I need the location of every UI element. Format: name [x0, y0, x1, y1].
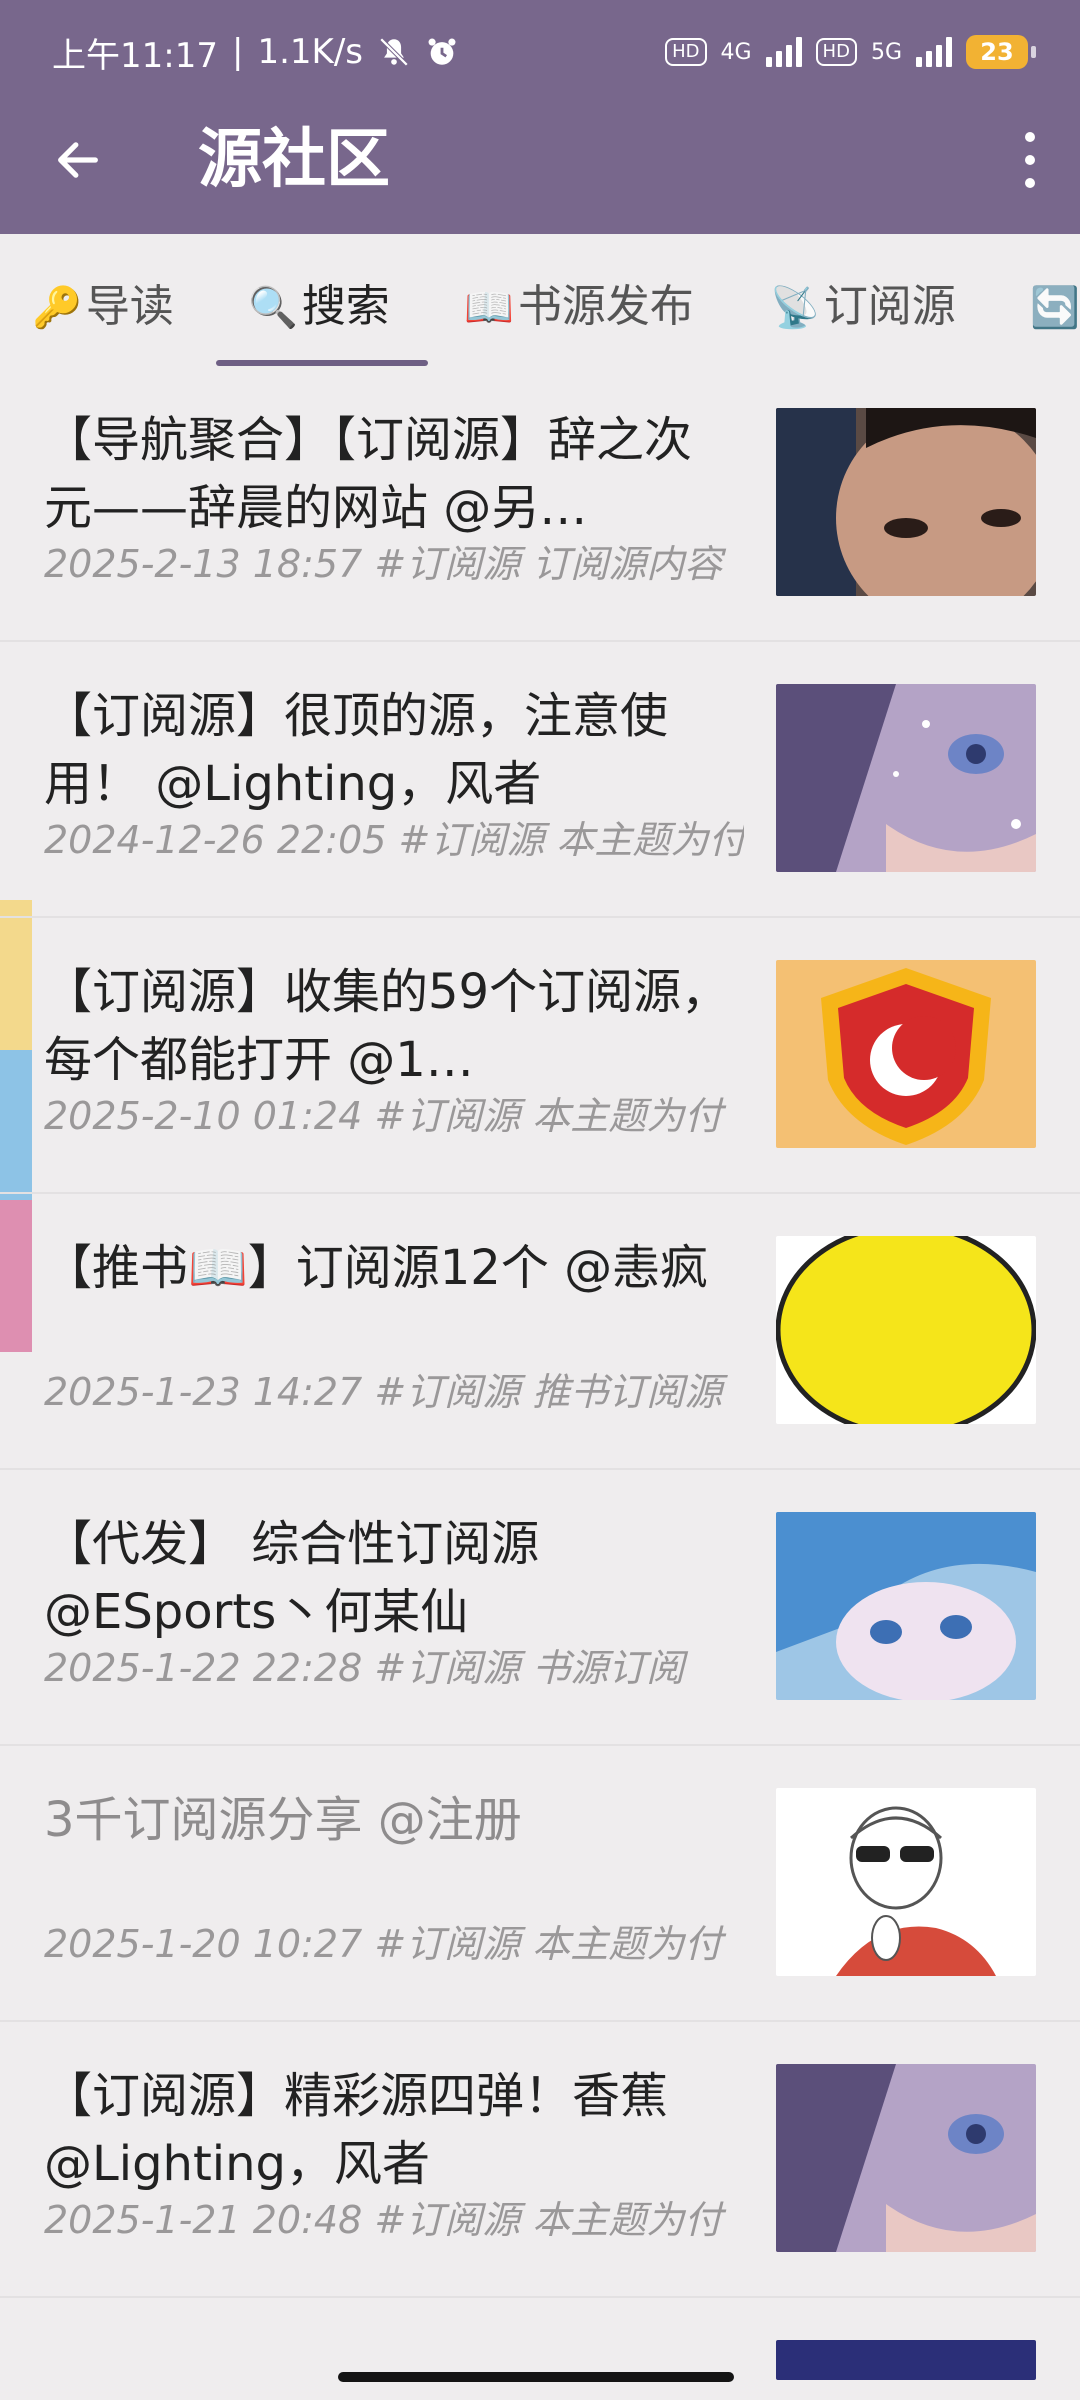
post-thumbnail[interactable]: [776, 1788, 1036, 1976]
tab-subscription[interactable]: 📡订阅源: [770, 272, 956, 342]
mute-bell-icon: [379, 37, 409, 67]
tab-more[interactable]: 🔄: [1030, 272, 1080, 342]
app-bar: 源社区: [0, 104, 1080, 234]
tab-label: 搜索: [301, 281, 390, 332]
hd-icon: HD: [815, 38, 857, 66]
tab-source-publish[interactable]: 📖书源发布: [464, 272, 694, 342]
post-meta: 2025-1-21 20:48 #订阅源 本主题为付: [44, 2198, 723, 2242]
post-thumbnail[interactable]: [776, 2340, 1036, 2380]
tab-guide[interactable]: 🔑导读: [32, 272, 174, 342]
network-type-1: 4G: [720, 39, 752, 65]
status-left: 上午11:17 | 1.1K/s: [52, 28, 459, 77]
post-title: 3千订阅源分享 @注册: [44, 1792, 522, 1848]
network-type-2: 5G: [870, 39, 902, 65]
post-thumbnail[interactable]: [776, 2064, 1036, 2252]
post-meta: 2025-1-20 10:27 #订阅源 本主题为付: [44, 1922, 723, 1966]
post-meta: 2024-12-26 22:05 #订阅源 本主题为付: [44, 818, 744, 862]
status-time: 上午11:17: [52, 35, 218, 76]
alarm-icon: [428, 38, 456, 65]
post-thumbnail[interactable]: [776, 684, 1036, 872]
network-speed: 1.1K/s: [257, 32, 363, 72]
post-meta: 2025-2-10 01:24 #订阅源 本主题为付: [44, 1094, 723, 1138]
back-arrow-icon[interactable]: [52, 134, 104, 186]
list-item[interactable]: 【代发】 综合性订阅源 @ESports丶何某仙 2025-1-22 22:28…: [0, 1470, 1080, 1746]
post-thumbnail[interactable]: [776, 960, 1036, 1148]
signal-icon: [765, 37, 802, 67]
tab-bar: 🔑导读 🔍搜索 📖书源发布 📡订阅源 🔄: [0, 234, 1080, 366]
tab-label: 订阅源: [823, 281, 956, 332]
post-list: 【导航聚合】【订阅源】辞之次元——辞晨的网站 @另… 2025-2-13 18:…: [0, 366, 1080, 2380]
list-item[interactable]: [0, 2298, 1080, 2380]
post-title: 【导航聚合】【订阅源】辞之次元——辞晨的网站 @另…: [44, 412, 693, 536]
list-item[interactable]: 【订阅源】收集的59个订阅源，每个都能打开 @1… 2025-2-10 01:2…: [0, 918, 1080, 1194]
tab-search[interactable]: 🔍搜索: [248, 272, 390, 342]
post-thumbnail[interactable]: [776, 408, 1036, 596]
signal-icon: [916, 37, 952, 67]
more-options-icon[interactable]: [1020, 132, 1040, 188]
list-item[interactable]: 【导航聚合】【订阅源】辞之次元——辞晨的网站 @另… 2025-2-13 18:…: [0, 366, 1080, 642]
status-bar: 上午11:17 | 1.1K/s HD 4G HD 5G 23: [0, 0, 1080, 104]
hd-icon: HD: [665, 38, 707, 66]
post-meta: 2025-1-23 14:27 #订阅源 推书订阅源: [44, 1370, 723, 1414]
page-title: 源社区: [198, 123, 390, 197]
post-title: 【订阅源】精彩源四弹！香蕉 @Lighting，风者: [44, 2068, 669, 2192]
status-right: HD 4G HD 5G 23: [665, 35, 1036, 69]
list-item[interactable]: 【推书📖】订阅源12个 @恚疯 2025-1-23 14:27 #订阅源 推书订…: [0, 1194, 1080, 1470]
post-title: 【订阅源】很顶的源，注意使用！ @Lighting，风者: [44, 688, 669, 812]
battery-icon: 23: [966, 35, 1036, 69]
gesture-nav-bar[interactable]: [338, 2372, 734, 2382]
post-title: 【代发】 综合性订阅源 @ESports丶何某仙: [44, 1516, 540, 1640]
list-item[interactable]: 【订阅源】很顶的源，注意使用！ @Lighting，风者 2024-12-26 …: [0, 642, 1080, 918]
post-title: 【推书📖】订阅源12个 @恚疯: [44, 1240, 709, 1296]
satellite-icon: 📡: [770, 285, 820, 331]
list-item[interactable]: 3千订阅源分享 @注册 2025-1-20 10:27 #订阅源 本主题为付: [0, 1746, 1080, 2022]
magnifier-icon: 🔍: [248, 285, 298, 331]
post-title: 【订阅源】收集的59个订阅源，每个都能打开 @1…: [44, 964, 730, 1088]
key-icon: 🔑: [32, 285, 82, 331]
status-separator: |: [231, 32, 244, 72]
tab-label: 书源发布: [517, 281, 694, 332]
book-icon: 📖: [464, 285, 514, 331]
tab-label: 导读: [85, 281, 174, 332]
post-thumbnail[interactable]: [776, 1512, 1036, 1700]
battery-level: 23: [980, 38, 1014, 66]
post-meta: 2025-2-13 18:57 #订阅源 订阅源内容: [44, 542, 723, 586]
refresh-icon: 🔄: [1030, 285, 1080, 331]
post-meta: 2025-1-22 22:28 #订阅源 书源订阅: [44, 1646, 685, 1690]
post-thumbnail[interactable]: [776, 1236, 1036, 1424]
list-item[interactable]: 【订阅源】精彩源四弹！香蕉 @Lighting，风者 2025-1-21 20:…: [0, 2022, 1080, 2298]
